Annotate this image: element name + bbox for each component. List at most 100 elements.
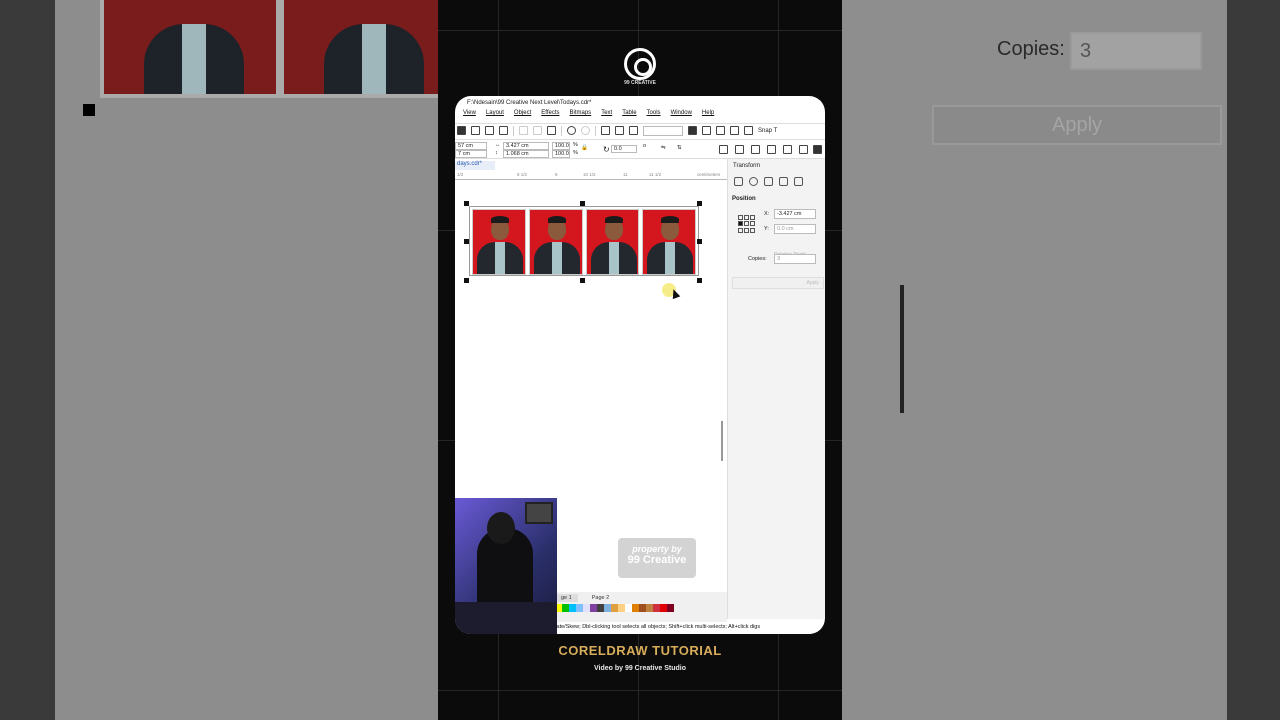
width-field[interactable]: 3.427 cm xyxy=(503,142,549,150)
selection-handle[interactable] xyxy=(464,239,469,244)
menu-layout[interactable]: Layout xyxy=(486,110,504,122)
position-mode-icon[interactable] xyxy=(734,177,743,186)
cut-icon[interactable] xyxy=(519,126,528,135)
menu-view[interactable]: View xyxy=(463,110,476,122)
pos-x-field[interactable]: 57 cm xyxy=(455,142,487,150)
video-frame: 99 CREATIVE F:\Ndesain\99 Creative Next … xyxy=(438,0,842,720)
scale-mode-icon[interactable] xyxy=(764,177,773,186)
import-icon[interactable] xyxy=(601,126,610,135)
mirror-horizontal-icon[interactable]: ⇋ xyxy=(661,145,666,151)
palette-swatch[interactable] xyxy=(562,604,569,612)
rotation-field[interactable]: 0.0 xyxy=(611,145,637,153)
palette-swatch[interactable] xyxy=(667,604,674,612)
publish-pdf-icon[interactable] xyxy=(629,126,638,135)
copies-field[interactable]: 3 xyxy=(774,254,816,264)
zoomed-docker: Copies: 3 Apply xyxy=(842,0,1227,720)
selection-handle[interactable] xyxy=(580,201,585,206)
palette-swatch[interactable] xyxy=(583,604,590,612)
horizontal-ruler[interactable]: 1/2 8 1/2 9 10 1/2 11 11 1/2 centimeters xyxy=(455,172,727,180)
boundary-icon[interactable] xyxy=(813,145,822,154)
palette-swatch[interactable] xyxy=(569,604,576,612)
palette-swatch[interactable] xyxy=(660,604,667,612)
palette-swatch[interactable] xyxy=(653,604,660,612)
zoomed-scrollbar xyxy=(900,285,904,413)
palette-swatch[interactable] xyxy=(618,604,625,612)
undo-icon[interactable] xyxy=(567,126,576,135)
menu-window[interactable]: Window xyxy=(671,110,692,122)
x-position-field[interactable]: -3.427 cm xyxy=(774,209,816,219)
palette-swatch[interactable] xyxy=(576,604,583,612)
front-minus-back-icon[interactable] xyxy=(783,145,792,154)
degree-label: o xyxy=(643,143,647,149)
show-rulers-icon[interactable] xyxy=(702,126,711,135)
zoom-level-dropdown[interactable] xyxy=(643,125,683,136)
redo-icon[interactable] xyxy=(581,126,590,135)
back-minus-front-icon[interactable] xyxy=(799,145,808,154)
snap-icon[interactable] xyxy=(744,126,753,135)
export-icon[interactable] xyxy=(615,126,624,135)
scale-height-field[interactable]: 100.0 xyxy=(552,150,570,158)
percent-label: % xyxy=(573,150,578,156)
intersect-icon[interactable] xyxy=(751,145,760,154)
palette-swatch[interactable] xyxy=(604,604,611,612)
menu-tools[interactable]: Tools xyxy=(647,110,661,122)
menu-table[interactable]: Table xyxy=(622,110,636,122)
palette-swatch[interactable] xyxy=(590,604,597,612)
cloud-upload-icon[interactable] xyxy=(471,126,480,135)
palette-swatch[interactable] xyxy=(625,604,632,612)
selection-handle[interactable] xyxy=(697,278,702,283)
menu-text[interactable]: Text xyxy=(601,110,612,122)
zoomed-apply-button: Apply xyxy=(932,105,1222,145)
weld-icon[interactable] xyxy=(719,145,728,154)
full-screen-icon[interactable] xyxy=(688,126,697,135)
save-icon[interactable] xyxy=(457,126,466,135)
palette-swatch[interactable] xyxy=(646,604,653,612)
passport-photo[interactable] xyxy=(642,209,696,275)
palette-swatch[interactable] xyxy=(639,604,646,612)
selection-handle[interactable] xyxy=(580,278,585,283)
palette-swatch[interactable] xyxy=(611,604,618,612)
presenter-head xyxy=(487,512,515,544)
pos-y-field[interactable]: 7 cm xyxy=(455,150,487,158)
menu-help[interactable]: Help xyxy=(702,110,714,122)
passport-photo[interactable] xyxy=(528,209,583,275)
skew-mode-icon[interactable] xyxy=(794,177,803,186)
video-title: CORELDRAW TUTORIAL xyxy=(558,643,722,658)
mirror-vertical-icon[interactable]: ⇅ xyxy=(677,145,682,151)
vertical-scrollbar[interactable] xyxy=(721,421,723,461)
selection-handle[interactable] xyxy=(697,239,702,244)
menu-bitmaps[interactable]: Bitmaps xyxy=(570,110,592,122)
menu-object[interactable]: Object xyxy=(514,110,531,122)
show-grid-icon[interactable] xyxy=(716,126,725,135)
menu-effects[interactable]: Effects xyxy=(541,110,559,122)
anchor-grid[interactable] xyxy=(738,215,756,233)
palette-swatch[interactable] xyxy=(597,604,604,612)
photo-group[interactable] xyxy=(469,206,699,276)
selection-handle[interactable] xyxy=(464,278,469,283)
color-palette[interactable] xyxy=(555,604,674,612)
height-field[interactable]: 1.068 cm xyxy=(503,150,549,158)
show-guidelines-icon[interactable] xyxy=(730,126,739,135)
page-tab[interactable]: Page 2 xyxy=(586,594,615,602)
scale-width-field[interactable]: 100.0 xyxy=(552,142,570,150)
size-mode-icon[interactable] xyxy=(779,177,788,186)
palette-swatch[interactable] xyxy=(632,604,639,612)
paste-icon[interactable] xyxy=(547,126,556,135)
cloud-download-icon[interactable] xyxy=(485,126,494,135)
print-icon[interactable] xyxy=(499,126,508,135)
selection-handle[interactable] xyxy=(464,201,469,206)
trim-icon[interactable] xyxy=(735,145,744,154)
y-position-field[interactable]: 0.0 cm xyxy=(774,224,816,234)
passport-photo[interactable] xyxy=(585,209,640,275)
height-icon: ↕ xyxy=(495,150,498,156)
copy-icon[interactable] xyxy=(533,126,542,135)
apply-button[interactable]: Apply xyxy=(732,277,824,289)
snap-to-label[interactable]: Snap T xyxy=(758,128,777,134)
simplify-icon[interactable] xyxy=(767,145,776,154)
rotate-mode-icon[interactable] xyxy=(749,177,758,186)
lock-ratio-icon[interactable]: 🔒 xyxy=(581,145,588,151)
passport-photo[interactable] xyxy=(472,209,526,275)
page-tab[interactable]: ge 1 xyxy=(555,594,578,602)
document-tab[interactable]: days.cdr* xyxy=(455,161,495,170)
selection-handle[interactable] xyxy=(697,201,702,206)
